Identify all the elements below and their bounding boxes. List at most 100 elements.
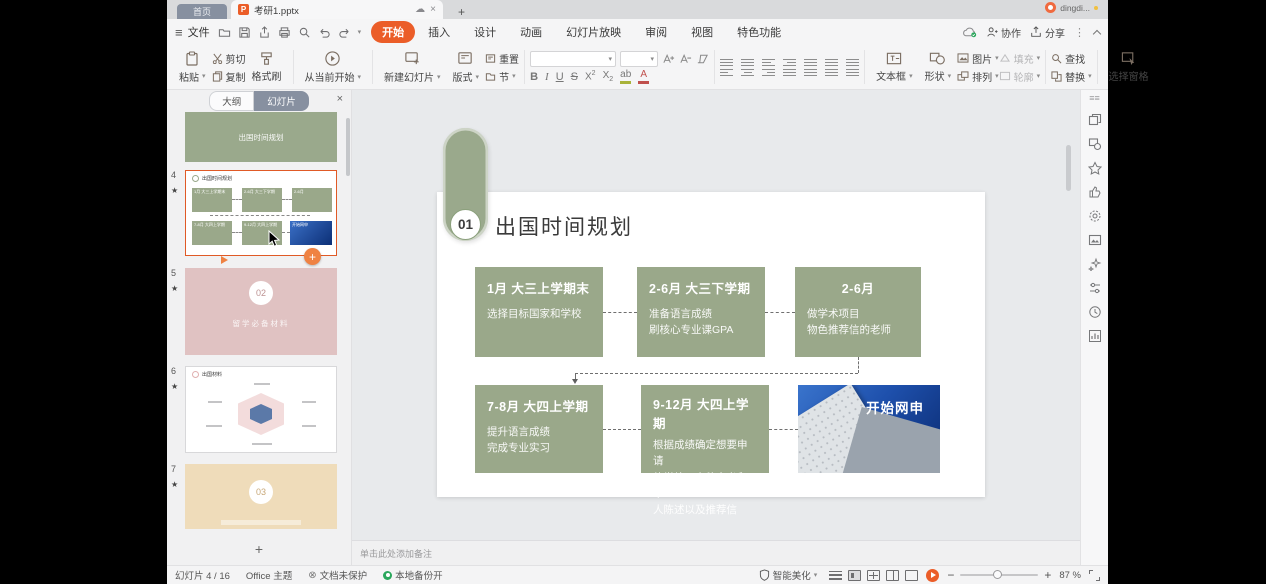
image-panel-icon[interactable]	[1088, 233, 1102, 247]
play-from-current-button[interactable]: 从当前开始▾	[299, 49, 368, 85]
increase-indent-icon[interactable]	[783, 59, 796, 66]
canvas-scrollbar[interactable]	[1066, 145, 1071, 191]
textbox-button[interactable]: 文本框▾	[870, 50, 919, 84]
new-slide-button[interactable]: 新建幻灯片▾	[378, 49, 447, 85]
reading-view-icon[interactable]	[886, 570, 899, 581]
numbering-icon[interactable]	[741, 59, 754, 66]
slide-thumbnail-5[interactable]: 5 ★ 02 留学必备材料	[185, 268, 337, 355]
strikethrough-button[interactable]: S	[571, 71, 578, 83]
format-painter-button[interactable]: 格式刷	[246, 50, 288, 84]
slide-thumbnail-6[interactable]: 6 ★ 出国材料	[185, 366, 337, 453]
add-slide-button[interactable]: +	[167, 541, 351, 557]
decrease-indent-icon[interactable]	[762, 59, 775, 66]
slide-6-thumb[interactable]: 出国材料	[185, 366, 337, 453]
flow-box-5[interactable]: 9-12月 大四上学期 根据成绩确定想要申请 的学校，定稿文书和个 人陈述以及推…	[641, 385, 769, 473]
add-slide-fab[interactable]: +	[304, 248, 321, 265]
history-panel-icon[interactable]	[1088, 305, 1102, 319]
flow-box-3[interactable]: 2-6月 做学术项目 物色推荐信的老师	[795, 267, 921, 357]
panel-close-icon[interactable]: ×	[337, 93, 343, 105]
text-direction-icon[interactable]	[825, 59, 838, 66]
flow-box-1[interactable]: 1月 大三上学期末 选择目标国家和学校	[475, 267, 603, 357]
handout-view-icon[interactable]	[905, 570, 918, 581]
fill-button[interactable]: 填充 ▾	[999, 51, 1041, 66]
flow-image-box[interactable]: 开始网申	[798, 385, 940, 473]
slide-title[interactable]: 出国时间规划	[495, 211, 633, 241]
zoom-percentage[interactable]: 87 %	[1059, 570, 1081, 581]
new-tab-button[interactable]: +	[453, 5, 470, 19]
subscript-button[interactable]: X2	[603, 70, 614, 83]
recommend-panel-icon[interactable]	[1088, 185, 1102, 199]
collapse-ribbon-icon[interactable]	[1093, 29, 1101, 37]
close-tab-icon[interactable]: ×	[430, 4, 436, 15]
slide-7-thumb[interactable]: 03	[185, 464, 337, 529]
font-color-button[interactable]: A	[638, 70, 649, 84]
normal-view-icon[interactable]	[848, 570, 861, 581]
align-center-icon[interactable]	[741, 69, 754, 76]
arrange-button[interactable]: 排列 ▾	[957, 69, 999, 84]
print-preview-icon[interactable]	[298, 26, 311, 39]
protection-status[interactable]: ⊗ 文档未保护	[308, 568, 367, 582]
tab-slideshow[interactable]: 幻灯片放映	[555, 21, 632, 43]
undo-icon[interactable]	[318, 26, 331, 39]
save-icon[interactable]	[238, 26, 251, 39]
tab-review[interactable]: 审阅	[634, 21, 678, 43]
print-icon[interactable]	[278, 26, 291, 39]
align-right-icon[interactable]	[762, 69, 775, 76]
slide-counter[interactable]: 幻灯片 4 / 16	[175, 568, 230, 582]
slide-3-thumb[interactable]: 出国时间规划	[185, 112, 337, 162]
sorter-view-icon[interactable]	[867, 570, 880, 581]
quick-access-caret-icon[interactable]: ▾	[358, 28, 362, 36]
clear-format-icon[interactable]	[696, 53, 709, 65]
zoom-in-button[interactable]: +	[1044, 568, 1051, 582]
shapes-button[interactable]: 形状▾	[919, 50, 958, 84]
highlight-color-button[interactable]: ab	[620, 70, 631, 84]
settings-panel-icon[interactable]	[1088, 209, 1102, 223]
distribute-icon[interactable]	[804, 69, 817, 76]
document-tab[interactable]: P 考研1.pptx ☁ ×	[231, 0, 443, 19]
share-button[interactable]: 分享	[1030, 25, 1065, 40]
underline-button[interactable]: U	[556, 71, 564, 83]
italic-button[interactable]: I	[545, 71, 549, 83]
bullets-icon[interactable]	[720, 59, 733, 66]
font-family-select[interactable]: ▾	[530, 51, 616, 67]
increase-font-icon[interactable]	[662, 53, 675, 65]
panel-scrollbar[interactable]	[346, 118, 350, 176]
slide-thumbnail-7[interactable]: 7 ★ 03	[185, 464, 337, 529]
slideshow-play-button[interactable]	[926, 569, 939, 582]
tab-view[interactable]: 视图	[680, 21, 724, 43]
slide-4-thumb[interactable]: 出国时间规划 1月 大三上学期末 2-6月 大三下学期 2-6月 7-8月 大四…	[185, 170, 337, 256]
superscript-button[interactable]: X2	[585, 70, 596, 82]
tab-slides[interactable]: 幻灯片	[254, 91, 309, 111]
more-options-icon[interactable]: ⋮	[1074, 26, 1085, 39]
decrease-font-icon[interactable]	[679, 53, 692, 65]
columns-icon[interactable]	[846, 59, 859, 66]
slide-thumbnail-3[interactable]: 出国时间规划	[185, 112, 337, 162]
zoom-out-button[interactable]: −	[947, 568, 954, 582]
fit-to-window-icon[interactable]	[1089, 570, 1100, 581]
zoom-slider-thumb[interactable]	[993, 570, 1002, 579]
chart-panel-icon[interactable]	[1088, 329, 1102, 343]
justify-icon[interactable]	[783, 69, 796, 76]
reset-button[interactable]: 重置	[485, 51, 519, 66]
section-button[interactable]: 节 ▾	[485, 69, 519, 84]
outline-view-icon[interactable]	[829, 571, 842, 580]
tab-special-features[interactable]: 特色功能	[726, 21, 792, 43]
flow-box-4[interactable]: 7-8月 大四上学期 提升语言成绩 完成专业实习	[475, 385, 603, 473]
adjust-panel-icon[interactable]	[1088, 281, 1102, 295]
paste-button[interactable]: 粘贴▾	[173, 50, 212, 85]
smart-beautify-button[interactable]: 智能美化 ▾	[759, 568, 818, 582]
flow-box-2[interactable]: 2-6月 大三下学期 准备语言成绩 刷核心专业课GPA	[637, 267, 765, 357]
indent-marks-icon[interactable]	[825, 69, 838, 76]
file-menu[interactable]: 文件	[188, 24, 210, 40]
tab-design[interactable]: 设计	[463, 21, 507, 43]
backup-status[interactable]: 本地备份开	[383, 568, 443, 582]
collaborate-button[interactable]: 协作	[986, 25, 1021, 40]
section-number-badge[interactable]: 01	[450, 209, 481, 240]
properties-panel-icon[interactable]	[1088, 113, 1102, 127]
slide-thumbnail-4[interactable]: 4 ★ 出国时间规划 1月 大三上学期末 2-6月 大三下学期 2-6月 7-8…	[185, 170, 337, 256]
layout-button[interactable]: 版式▾	[447, 49, 486, 85]
tab-animation[interactable]: 动画	[509, 21, 553, 43]
slide-5-thumb[interactable]: 02 留学必备材料	[185, 268, 337, 355]
export-icon[interactable]	[258, 26, 271, 39]
line-spacing-icon[interactable]	[804, 59, 817, 66]
